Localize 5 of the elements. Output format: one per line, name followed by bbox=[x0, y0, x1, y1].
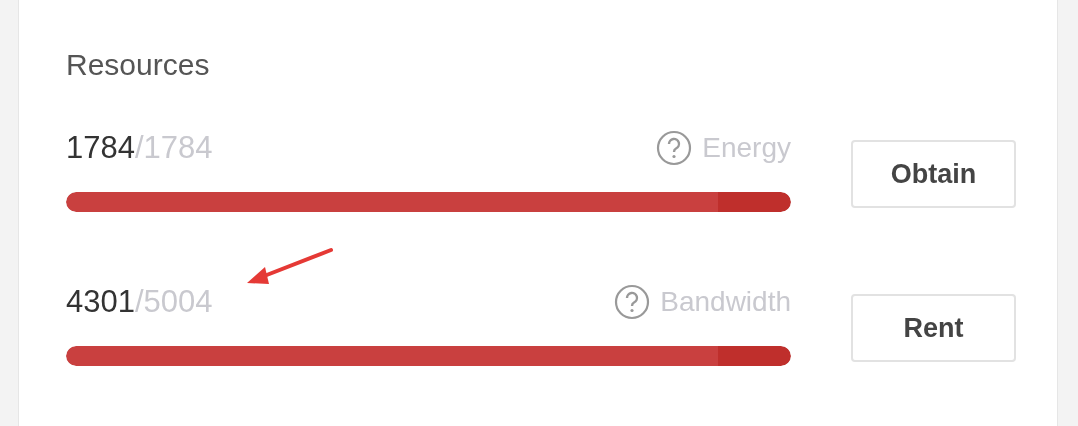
help-icon[interactable] bbox=[656, 130, 693, 166]
section-title: Resources bbox=[66, 48, 211, 82]
resource-button[interactable]: Rent bbox=[851, 294, 1016, 362]
help-icon[interactable] bbox=[614, 284, 651, 320]
resource-button[interactable]: Obtain bbox=[851, 140, 1016, 208]
